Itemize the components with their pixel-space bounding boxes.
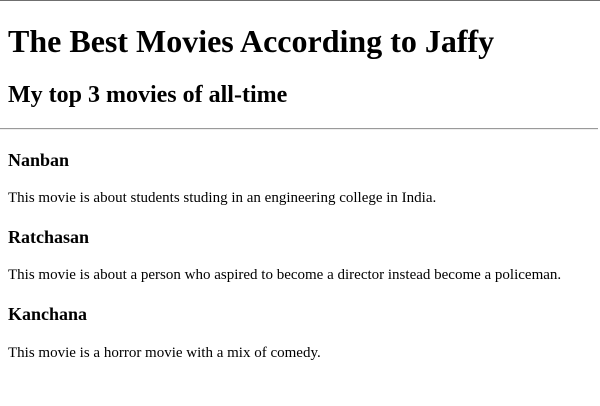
movie-description: This movie is about a person who aspired…	[8, 267, 562, 283]
movie-description: This movie is about students studing in …	[8, 190, 437, 206]
movie-title: Nanban	[8, 150, 70, 170]
horizontal-divider	[0, 128, 598, 130]
movie-title: Ratchasan	[8, 227, 90, 247]
page-title: The Best Movies According to Jaffy	[8, 23, 495, 59]
movie-description: This movie is a horror movie with a mix …	[8, 345, 321, 361]
window-top-border	[0, 0, 600, 1]
movie-title: Kanchana	[8, 304, 88, 324]
page-subtitle: My top 3 movies of all-time	[8, 82, 288, 108]
